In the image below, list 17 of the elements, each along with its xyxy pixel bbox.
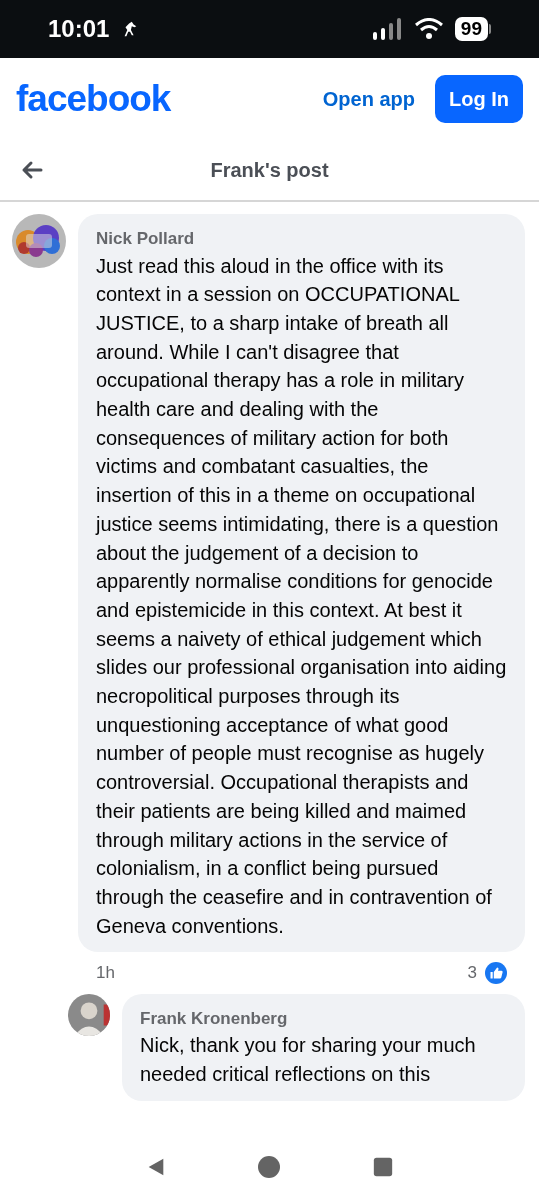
like-icon bbox=[485, 962, 507, 985]
page-title: Frank's post bbox=[210, 158, 329, 183]
wifi-icon bbox=[414, 18, 443, 40]
comment-time: 1h bbox=[96, 962, 115, 985]
like-count: 3 bbox=[467, 962, 477, 985]
open-app-link[interactable]: Open app bbox=[322, 84, 415, 114]
comment-text: Just read this aloud in the office with its context in a session on OCCUPATIONAL JUSTICE, to a sharp intake of breath all around. While I can't disagree that occupational therapy has a role in military health care and dealing with the consequences of military action for both victims and combatant casualties, the insertion of this in a theme on occupational justice seems intimidating, there is a question about the judgement of a decision to apparently normalise conditions for genocide and epistemicide in this context. At best it seems a naivety of ethical judgement which slides our professional organisation into aiding necropolitical purposes through its unquestioning acceptance of what good number of people must recognise as hugely controversial. Occupational therapists and their patients are being killed and maimed through military actions in the service of colonialism, in a conflict being pursued through the ceasefire and in contravention of Geneva conventions. bbox=[96, 253, 507, 939]
comment-author[interactable]: Nick Pollard bbox=[96, 226, 507, 252]
comment-text: Nick, thank you for sharing your much needed critical reflections on this bbox=[140, 1033, 477, 1088]
login-button[interactable]: Log In bbox=[435, 75, 523, 123]
signal-icon bbox=[372, 18, 403, 40]
comment-author[interactable]: Frank Kronenberg bbox=[140, 1005, 507, 1032]
battery-level: 99 bbox=[454, 17, 488, 41]
facebook-logo[interactable]: facebook bbox=[16, 71, 171, 127]
home-icon[interactable] bbox=[257, 1155, 282, 1179]
recents-icon[interactable] bbox=[371, 1156, 394, 1178]
clock: 10:01 bbox=[48, 14, 110, 44]
